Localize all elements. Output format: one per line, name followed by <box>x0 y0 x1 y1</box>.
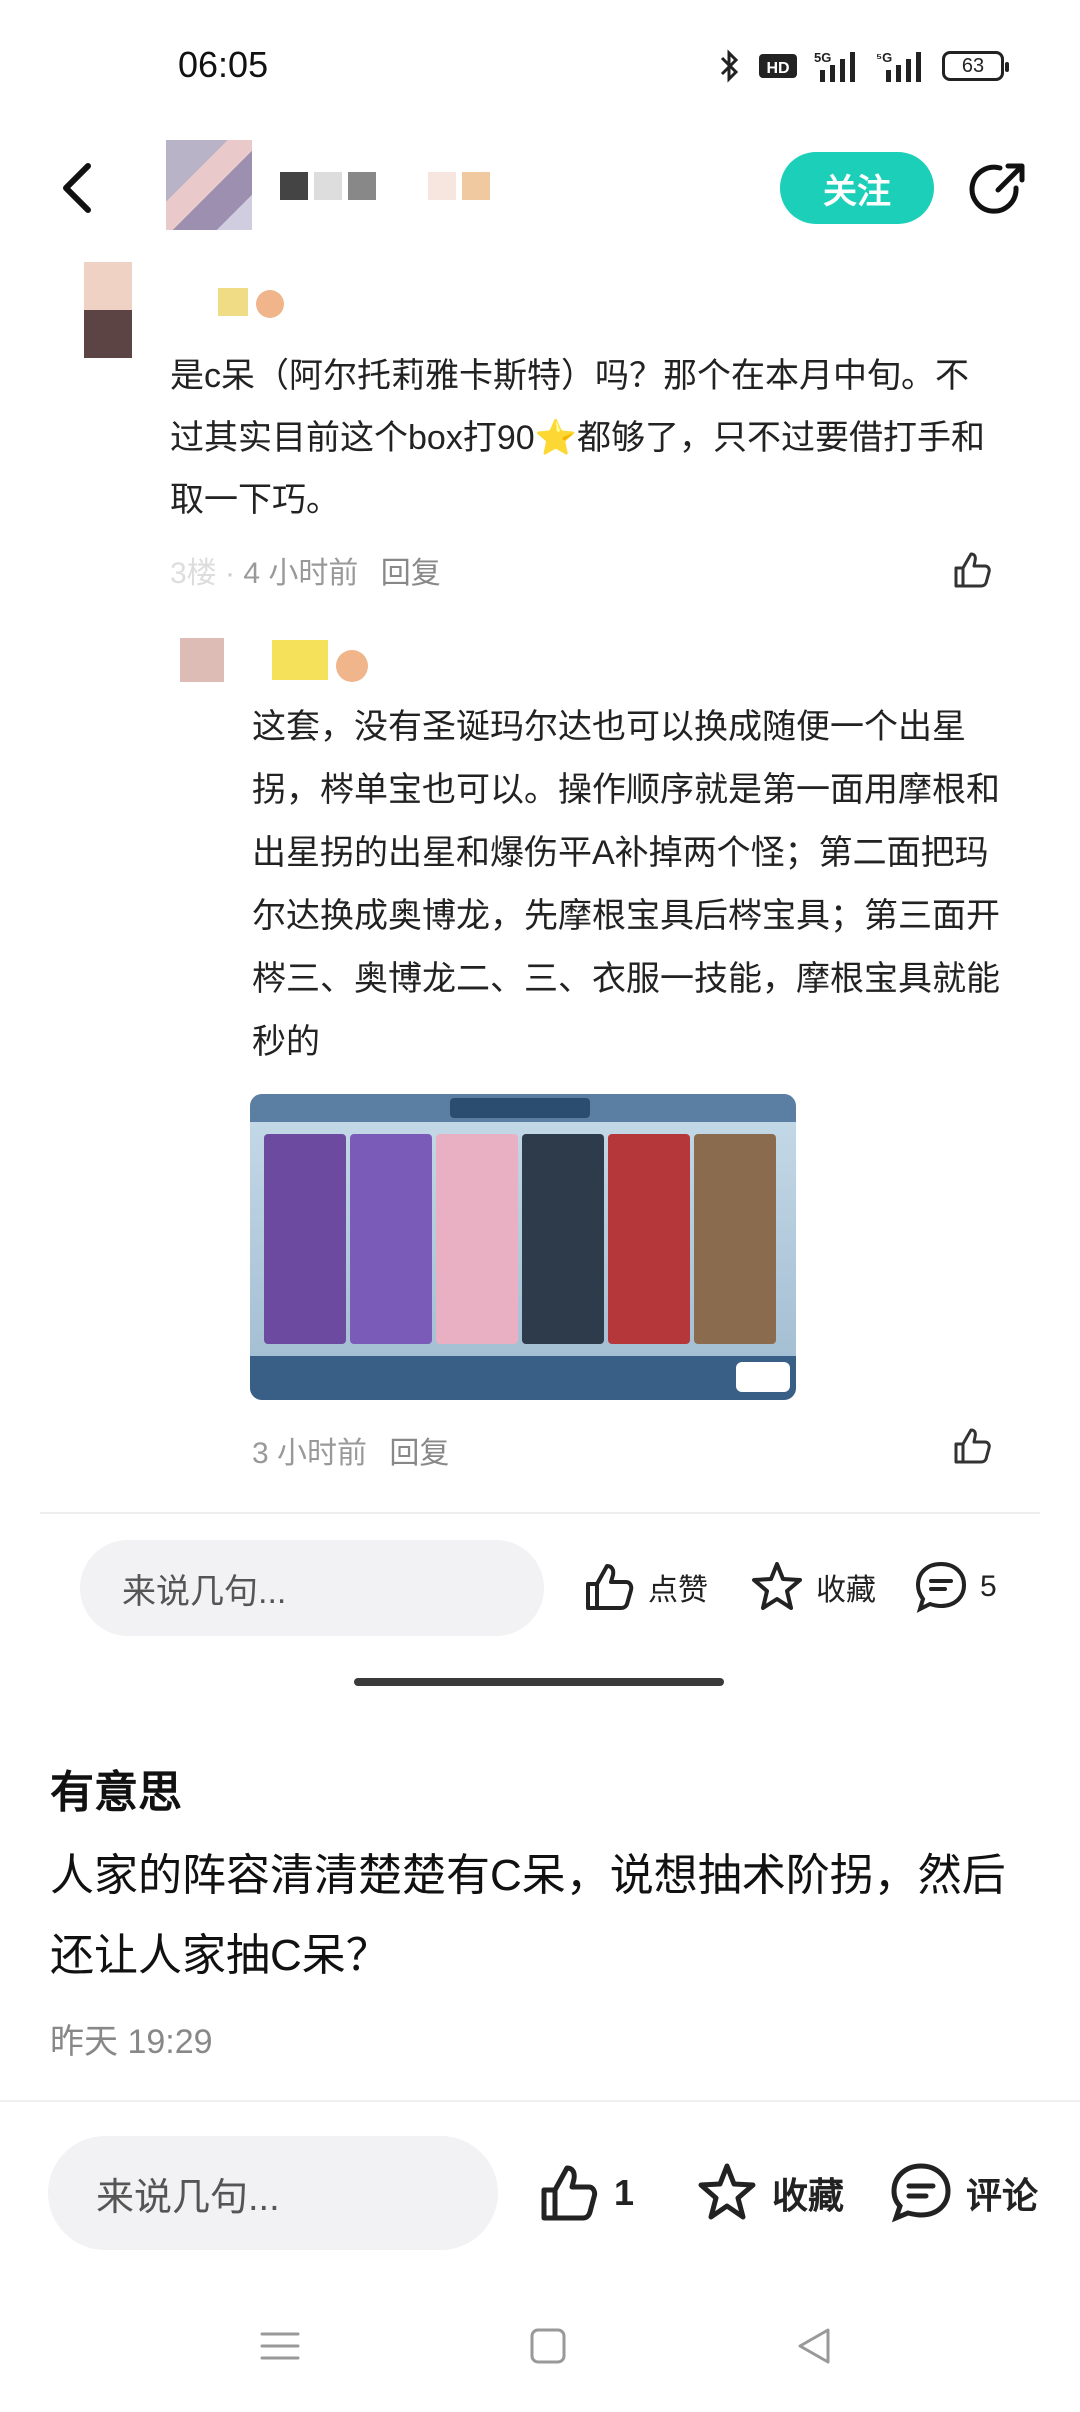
hd-icon: HD <box>759 54 797 78</box>
star-icon <box>698 2163 756 2220</box>
svg-text:HD: HD <box>766 60 789 77</box>
divider <box>40 1512 1040 1514</box>
status-icons: HD 5G ⁵G 63 <box>718 44 1009 88</box>
post-date: 昨天 19:29 <box>50 2023 213 2061</box>
comment-bubble-icon <box>891 2163 951 2223</box>
reply-text: 这套，没有圣诞玛尔达也可以换成随便一个出星拐，梣单宝也可以。操作顺序就是第一面用… <box>252 708 1000 1061</box>
status-time: 06:05 <box>178 44 269 85</box>
like-label: 点赞 <box>648 1574 708 1607</box>
bottom-comment-input[interactable]: 来说几句... <box>48 2136 498 2250</box>
star-icon <box>752 1562 802 1610</box>
comment-time: 4 小时前 <box>243 557 359 590</box>
thumbs-up-icon[interactable] <box>950 548 994 592</box>
menu-icon[interactable] <box>256 2322 304 2370</box>
bottom-favorite-label: 收藏 <box>772 2175 845 2216</box>
home-icon[interactable] <box>524 2322 572 2370</box>
bottom-favorite-button[interactable]: 收藏 <box>694 2160 844 2226</box>
comment-meta: 3楼 · 4 小时前 回复 <box>170 557 441 590</box>
bottom-like-count: 1 <box>614 2172 635 2213</box>
like-button[interactable]: 点赞 <box>580 1558 708 1616</box>
author-name-blurred[interactable] <box>280 172 510 202</box>
reply-time: 3 小时前 <box>252 1437 368 1470</box>
divider <box>0 2100 1080 2102</box>
thumbs-up-icon <box>586 1564 634 1610</box>
level-badge-icon <box>272 640 368 682</box>
share-icon[interactable] <box>966 158 1030 222</box>
back-button[interactable] <box>50 158 110 218</box>
comment-input[interactable]: 来说几句... <box>80 1540 544 1636</box>
replier-avatar[interactable] <box>180 638 224 682</box>
comment-floor: 3楼 <box>170 557 217 590</box>
follow-button[interactable]: 关注 <box>780 152 934 224</box>
reply-link[interactable]: 回复 <box>389 1437 449 1470</box>
commenter-avatar[interactable] <box>84 262 132 358</box>
svg-text:5G: 5G <box>814 50 831 65</box>
favorite-label: 收藏 <box>816 1574 876 1607</box>
post-body: 人家的阵容清清楚楚有C呆，说想抽术阶拐，然后还让人家抽C呆？ <box>50 1851 1006 1980</box>
bottom-comment-label: 评论 <box>966 2175 1039 2216</box>
bluetooth-icon <box>720 49 739 83</box>
bottom-like-button[interactable]: 1 <box>536 2160 634 2226</box>
svg-text:⁵G: ⁵G <box>876 50 892 65</box>
favorite-button[interactable]: 收藏 <box>748 1558 876 1616</box>
sheet-handle[interactable] <box>354 1678 724 1686</box>
signal-5g-icon: ⁵G <box>876 50 921 82</box>
battery-icon: 63 <box>942 51 1009 81</box>
author-avatar[interactable] <box>166 140 252 230</box>
reply-meta: 3 小时前 回复 <box>252 1428 449 1472</box>
thumbs-up-icon <box>541 2165 598 2221</box>
comment-count: 5 <box>980 1570 997 1603</box>
thumbs-up-icon[interactable] <box>950 1424 994 1468</box>
bottom-comment-button[interactable]: 评论 <box>888 2160 1038 2226</box>
comment-bubble-icon <box>915 1561 967 1613</box>
level-badge-icon <box>218 288 284 318</box>
reply-link[interactable]: 回复 <box>381 557 441 590</box>
attached-game-screenshot[interactable] <box>250 1094 796 1400</box>
post-title: 有意思 <box>50 1768 182 1817</box>
signal-5g-icon: 5G <box>814 50 855 82</box>
comment-count-button[interactable]: 5 <box>912 1558 997 1616</box>
comment-text: 是c呆（阿尔托莉雅卡斯特）吗？那个在本月中旬。不过其实目前这个box打90⭐都够… <box>170 357 985 519</box>
back-icon[interactable] <box>790 2322 838 2370</box>
